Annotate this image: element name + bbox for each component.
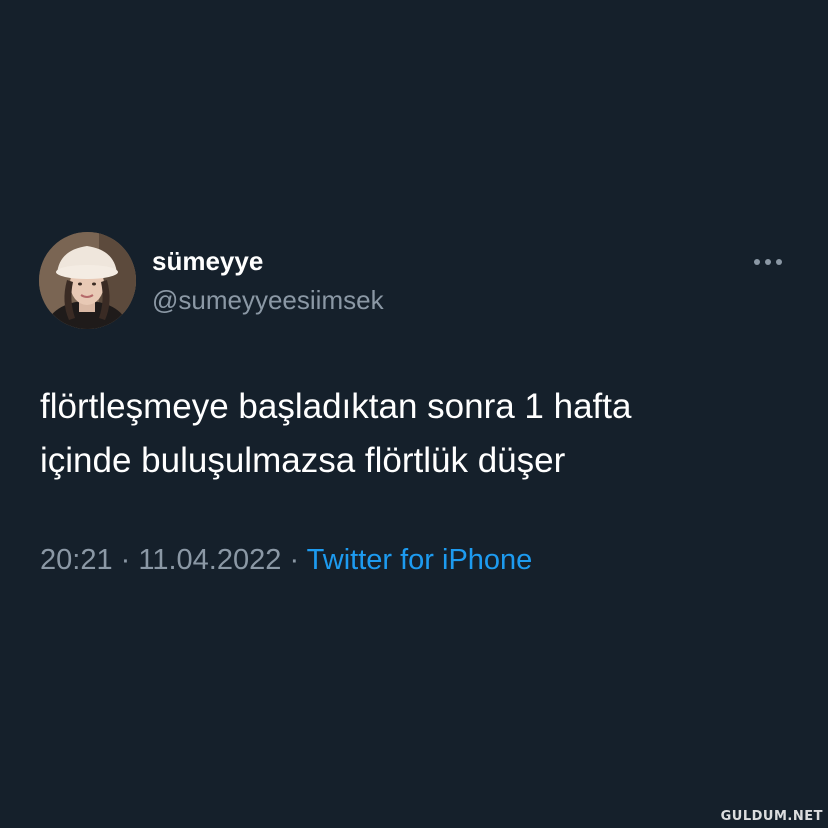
avatar[interactable]	[39, 232, 136, 329]
tweet-text-line: flörtleşmeye başladıktan sonra 1 hafta	[40, 387, 632, 426]
author-handle[interactable]: @sumeyyeesiimsek	[152, 284, 384, 316]
more-options-button[interactable]	[748, 250, 788, 274]
meta-separator: ·	[120, 544, 131, 576]
more-options-icon	[754, 259, 782, 265]
author-display-name[interactable]: sümeyye	[152, 245, 263, 277]
profile-photo-icon	[39, 232, 136, 329]
tweet-metadata: 20:21 · 11.04.2022 · Twitter for iPhone	[40, 540, 532, 580]
tweet-text: flörtleşmeye başladıktan sonra 1 hafta i…	[40, 380, 800, 488]
watermark: GULDUM.NET	[720, 809, 823, 824]
tweet-text-line: içinde buluşulmazsa flörtlük düşer	[40, 441, 566, 480]
tweet-card: sümeyye @sumeyyeesiimsek flörtleşmeye ba…	[0, 0, 828, 828]
meta-separator: ·	[289, 544, 300, 576]
tweet-time[interactable]: 20:21	[40, 544, 113, 576]
tweet-date[interactable]: 11.04.2022	[138, 544, 281, 576]
tweet-source-link[interactable]: Twitter for iPhone	[307, 544, 533, 576]
